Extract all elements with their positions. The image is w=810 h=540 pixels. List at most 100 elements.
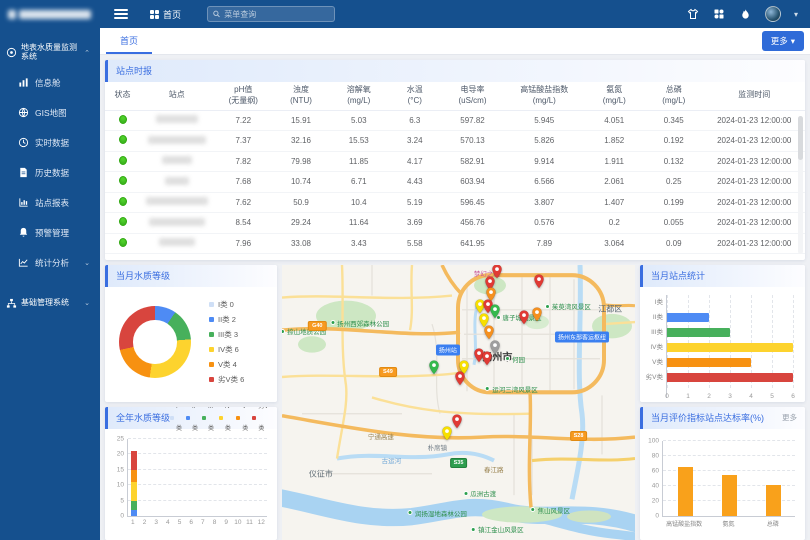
cell-value: 6.71 (329, 177, 389, 186)
legend-item[interactable]: I类 (170, 407, 182, 440)
bar-IV类[interactable] (667, 343, 793, 352)
bar-氨氮[interactable] (722, 475, 737, 516)
stationstats-ylabels: I类II类III类IV类V类劣V类 (644, 295, 666, 398)
cell-value: 32.16 (273, 136, 329, 145)
legend-item[interactable]: IV类 (219, 407, 232, 440)
cell-value: 15.53 (329, 136, 389, 145)
sidebar-item-realtime-data[interactable]: 实时数据 (0, 128, 100, 158)
map-pin-red[interactable] (452, 414, 463, 434)
map-pin-red[interactable] (482, 351, 493, 371)
cell-value: 3.43 (329, 239, 389, 248)
cell-value: 3.24 (389, 136, 442, 145)
legend-item[interactable]: V类 4 (209, 359, 244, 370)
legend-item[interactable]: IV类 6 (209, 344, 244, 355)
more-button[interactable]: 更多▾ (762, 31, 804, 51)
status-dot-normal (119, 217, 127, 226)
legend-item[interactable]: V类 (236, 407, 248, 440)
bar-V类[interactable] (667, 358, 751, 367)
cell-value: 10.4 (329, 198, 389, 207)
search-input[interactable] (224, 10, 329, 19)
donut-legend: I类 0 II类 2 III类 3 IV类 6 V类 4 劣V类 6 (209, 299, 244, 385)
app-window: 首页 ▾ 地表水质量监测系统 ⌃ (0, 0, 810, 540)
legend-item[interactable]: II类 2 (209, 314, 244, 325)
system-logo-icon (6, 47, 17, 58)
map-pin-green[interactable] (489, 304, 500, 324)
map-pin-green[interactable] (429, 360, 440, 380)
map-pin-red[interactable] (519, 310, 530, 330)
dashboard-bars-icon (18, 77, 29, 88)
user-menu-chevron-down-icon[interactable]: ▾ (794, 10, 798, 19)
sidebar-item-statistics[interactable]: 统计分析 ⌄ (0, 248, 100, 278)
status-dot-normal (119, 115, 127, 124)
table-row[interactable]: 7.6810.746.714.43603.946.5662.0610.25202… (105, 172, 805, 193)
cell-value: 0.132 (644, 157, 704, 166)
table-row[interactable]: 7.8279.9811.854.17582.919.9141.9110.1322… (105, 152, 805, 173)
tab-home[interactable]: 首页 (106, 28, 152, 54)
legend-item[interactable]: I类 0 (209, 299, 244, 310)
legend-item[interactable]: III类 (202, 407, 215, 440)
panel-title: 当月站点统计 (651, 265, 705, 287)
cell-value: 2.061 (585, 177, 645, 186)
legend-item[interactable]: III类 3 (209, 329, 244, 340)
column-header: 高锰酸盐指数(mg/L) (504, 85, 585, 107)
column-header: 浊度(NTU) (273, 85, 329, 107)
panel-title: 全年水质等级 (116, 407, 170, 429)
sidebar-item-alert-management[interactable]: 预警管理 (0, 218, 100, 248)
cell-value: 3.807 (504, 198, 585, 207)
bar-III类[interactable] (667, 328, 730, 337)
chevron-down-icon: ⌄ (84, 259, 94, 267)
cell-value: 7.37 (214, 136, 274, 145)
map-pin-yellow[interactable] (441, 426, 452, 446)
bar-高锰酸盐指数[interactable] (678, 467, 693, 517)
sidebar-item-info-cabin[interactable]: 信息舱 (0, 68, 100, 98)
table-row[interactable]: 7.2215.915.036.3597.825.9454.0510.345202… (105, 111, 805, 132)
sidebar-section-water-system[interactable]: 地表水质量监测系统 ⌃ (0, 38, 100, 68)
table-row[interactable]: 7.3732.1615.533.24570.135.8261.8520.1922… (105, 131, 805, 152)
menu-search[interactable] (207, 6, 335, 22)
cell-value: 8.54 (214, 218, 274, 227)
flame-icon[interactable] (739, 8, 752, 21)
home-grid-icon (150, 10, 159, 19)
bar-总磷[interactable] (766, 485, 781, 517)
map-pin-orange[interactable] (531, 307, 542, 327)
table-row[interactable]: 7.6250.910.45.19596.453.8071.4070.199202… (105, 193, 805, 214)
table-row[interactable]: 8.5429.2411.643.69456.760.5760.20.055202… (105, 213, 805, 234)
map-pin-red[interactable] (454, 371, 465, 391)
bar-II类[interactable] (667, 313, 709, 322)
road-shield: G40 (308, 321, 326, 331)
sidebar-item-label: 实时数据 (35, 137, 94, 149)
user-avatar[interactable] (765, 6, 781, 22)
cell-value: 582.91 (441, 157, 504, 166)
panel-title: 站点时报 (116, 60, 152, 82)
status-dot-normal (119, 156, 127, 165)
cell-value: 597.82 (441, 116, 504, 125)
table-row[interactable]: 7.9633.083.435.58641.957.893.0640.092024… (105, 234, 805, 255)
map-pin-red[interactable] (533, 274, 544, 294)
cell-time: 2024-01-23 12:00:00 (704, 177, 806, 186)
sidebar-item-station-report[interactable]: 站点报表 (0, 188, 100, 218)
monthly-station-stats-panel: 当月站点统计 I类II类III类IV类V类劣V类 0123456 (640, 265, 805, 402)
sidebar-item-gis-map[interactable]: GIS地图 (0, 98, 100, 128)
clock-icon (18, 137, 29, 148)
legend-item[interactable]: 劣V类 (252, 407, 269, 440)
donut-chart[interactable] (119, 306, 191, 378)
map-yangzhou[interactable]: 扬州市江都区仪征市朴席镇扬州西郊森林公园捺山地质公园唐子城风景区茱萸湾风景区何园… (282, 265, 635, 540)
legend-item[interactable]: 劣V类 6 (209, 374, 244, 385)
station-name-redacted (162, 156, 192, 164)
theme-shirt-icon[interactable] (687, 8, 700, 21)
nav-home[interactable]: 首页 (150, 8, 181, 21)
sidebar-item-history-data[interactable]: 历史数据 (0, 158, 100, 188)
table-scrollbar (798, 116, 803, 254)
sidebar-collapse-button[interactable] (114, 7, 128, 21)
compliance-more-link[interactable]: 更多 (782, 407, 797, 429)
bar-劣V类[interactable] (667, 373, 793, 382)
legend-item[interactable]: II类 (186, 407, 198, 440)
layout-icon[interactable] (713, 8, 726, 21)
cell-value: 0.055 (644, 218, 704, 227)
sidebar-section-base-management[interactable]: 基础管理系统 ⌄ (0, 292, 100, 315)
station-report-panel: 站点时报 状态站点pH值(无量纲)浊度(NTU)溶解氧(mg/L)水温(°C)电… (105, 60, 805, 260)
cell-time: 2024-01-23 12:00:00 (704, 239, 806, 248)
scrollbar-thumb[interactable] (798, 116, 803, 160)
cell-value: 3.064 (585, 239, 645, 248)
cell-value: 11.85 (329, 157, 389, 166)
